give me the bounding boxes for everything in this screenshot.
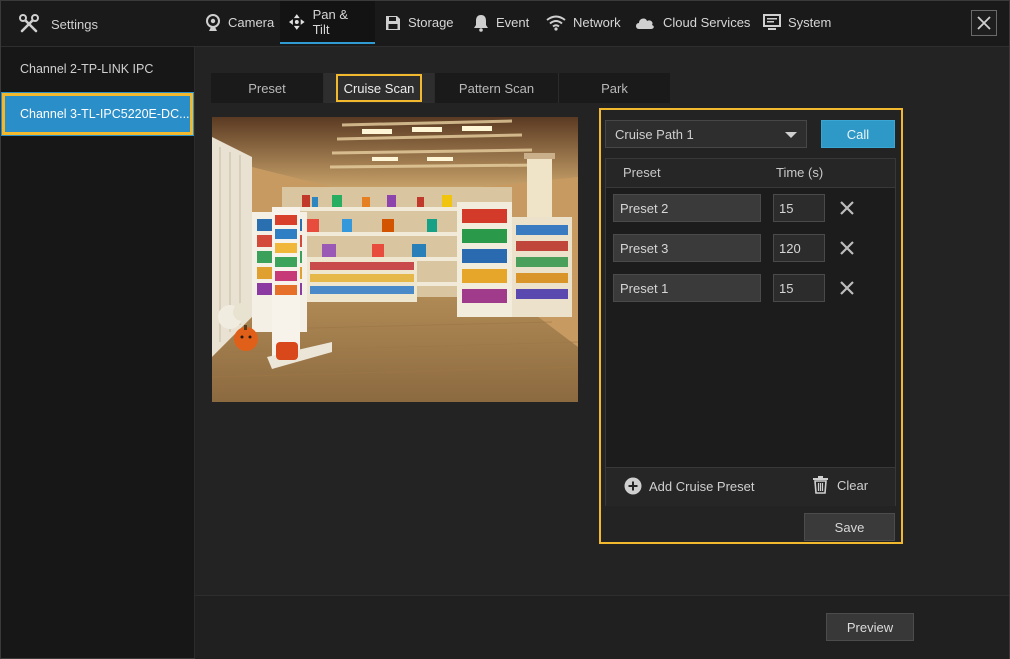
subtab-pattern-scan[interactable]: Pattern Scan <box>435 73 559 103</box>
list-header: Preset Time (s) <box>606 159 895 188</box>
time-value: 15 <box>779 200 794 216</box>
delete-icon[interactable] <box>839 200 855 216</box>
tab-label: Storage <box>408 15 454 30</box>
close-button[interactable] <box>971 10 997 36</box>
preset-select[interactable]: Preset 3 <box>613 234 761 262</box>
subtab-label: Cruise Scan <box>343 80 415 96</box>
tab-label: Camera <box>228 15 275 30</box>
call-button[interactable]: Call <box>821 120 895 148</box>
subtab-label: Preset <box>248 80 286 96</box>
channel-sidebar: Channel 2-TP-LINK IPC Channel 3-TL-IPC52… <box>1 47 195 658</box>
tab-camera[interactable]: Camera <box>197 1 282 44</box>
preset-value: Preset 2 <box>620 200 669 216</box>
bell-icon <box>474 14 488 32</box>
top-bar: Settings Camera Pan & Tilt Storage Event… <box>1 1 1009 47</box>
cruise-panel: Cruise Path 1 Call Preset Time (s) Prese… <box>599 108 903 544</box>
clear-label: Clear <box>837 477 869 493</box>
delete-icon[interactable] <box>839 240 855 256</box>
cloud-icon <box>636 18 654 29</box>
tab-pan-tilt[interactable]: Pan & Tilt <box>280 1 375 44</box>
preset-select[interactable]: Preset 1 <box>613 274 761 302</box>
tab-label: Cloud Services <box>663 15 751 30</box>
settings-title: Settings <box>19 13 98 35</box>
ptz-subtabs: Preset Cruise Scan Pattern Scan Park <box>211 73 670 103</box>
settings-window: Settings Camera Pan & Tilt Storage Event… <box>0 0 1010 659</box>
subtab-cruise-scan[interactable]: Cruise Scan <box>324 73 435 103</box>
add-label: Add Cruise Preset <box>649 478 755 494</box>
chevron-down-icon <box>785 132 797 138</box>
time-input[interactable]: 120 <box>773 234 825 262</box>
tools-icon <box>19 14 39 33</box>
subtab-label: Pattern Scan <box>458 80 535 96</box>
trash-icon <box>813 476 828 494</box>
time-input[interactable]: 15 <box>773 194 825 222</box>
column-header-time: Time (s) <box>776 165 824 180</box>
time-input[interactable]: 15 <box>773 274 825 302</box>
add-circle-icon <box>624 477 642 495</box>
tab-label: Network <box>573 15 621 30</box>
tab-label: Event <box>496 15 530 30</box>
tab-event[interactable]: Event <box>465 1 537 44</box>
tab-cloud-services[interactable]: Cloud Services <box>626 1 758 44</box>
list-item: Preset 1 15 <box>606 274 895 302</box>
tab-label: Pan & Tilt <box>312 6 349 37</box>
clear-button[interactable]: Clear <box>812 476 868 494</box>
preset-value: Preset 1 <box>620 280 669 296</box>
camera-icon <box>206 13 220 31</box>
add-cruise-preset-button[interactable]: Add Cruise Preset <box>624 477 755 495</box>
subtab-preset[interactable]: Preset <box>211 73 324 103</box>
list-item: Preset 2 15 <box>606 194 895 222</box>
preview-label: Preview <box>846 619 894 635</box>
settings-label: Settings <box>51 16 98 32</box>
tab-system[interactable]: System <box>755 1 839 44</box>
sidebar-item-channel-3[interactable]: Channel 3-TL-IPC5220E-DC... <box>1 92 194 136</box>
sidebar-item-label: Channel 2-TP-LINK IPC <box>20 62 154 76</box>
delete-icon[interactable] <box>839 280 855 296</box>
close-icon <box>977 16 991 30</box>
preset-value: Preset 3 <box>620 240 669 256</box>
preset-select[interactable]: Preset 2 <box>613 194 761 222</box>
save-button[interactable]: Save <box>804 513 895 541</box>
cruise-path-value: Cruise Path 1 <box>615 126 694 142</box>
storage-icon <box>386 15 400 30</box>
wifi-icon <box>546 15 566 31</box>
camera-live-view[interactable] <box>212 117 578 402</box>
subtab-park[interactable]: Park <box>559 73 670 103</box>
call-label: Call <box>846 126 870 142</box>
list-item: Preset 3 120 <box>606 234 895 262</box>
time-value: 15 <box>779 280 794 296</box>
monitor-icon <box>763 14 781 30</box>
cruise-path-select[interactable]: Cruise Path 1 <box>605 120 807 148</box>
sidebar-item-channel-2[interactable]: Channel 2-TP-LINK IPC <box>1 47 194 91</box>
preview-button[interactable]: Preview <box>826 613 914 641</box>
tab-network[interactable]: Network <box>538 1 629 44</box>
cruise-preset-list: Preset Time (s) Preset 2 15 Preset 3 120… <box>605 158 896 506</box>
sidebar-item-label: Channel 3-TL-IPC5220E-DC... <box>20 107 190 121</box>
save-label: Save <box>834 519 865 535</box>
pan-tilt-icon <box>288 13 305 30</box>
subtab-label: Park <box>601 80 628 96</box>
store-scene-image <box>212 117 578 402</box>
tab-storage[interactable]: Storage <box>377 1 462 44</box>
list-footer: Add Cruise Preset Clear <box>606 467 895 506</box>
time-value: 120 <box>779 240 801 256</box>
column-header-preset: Preset <box>623 165 661 180</box>
tab-label: System <box>788 15 832 30</box>
